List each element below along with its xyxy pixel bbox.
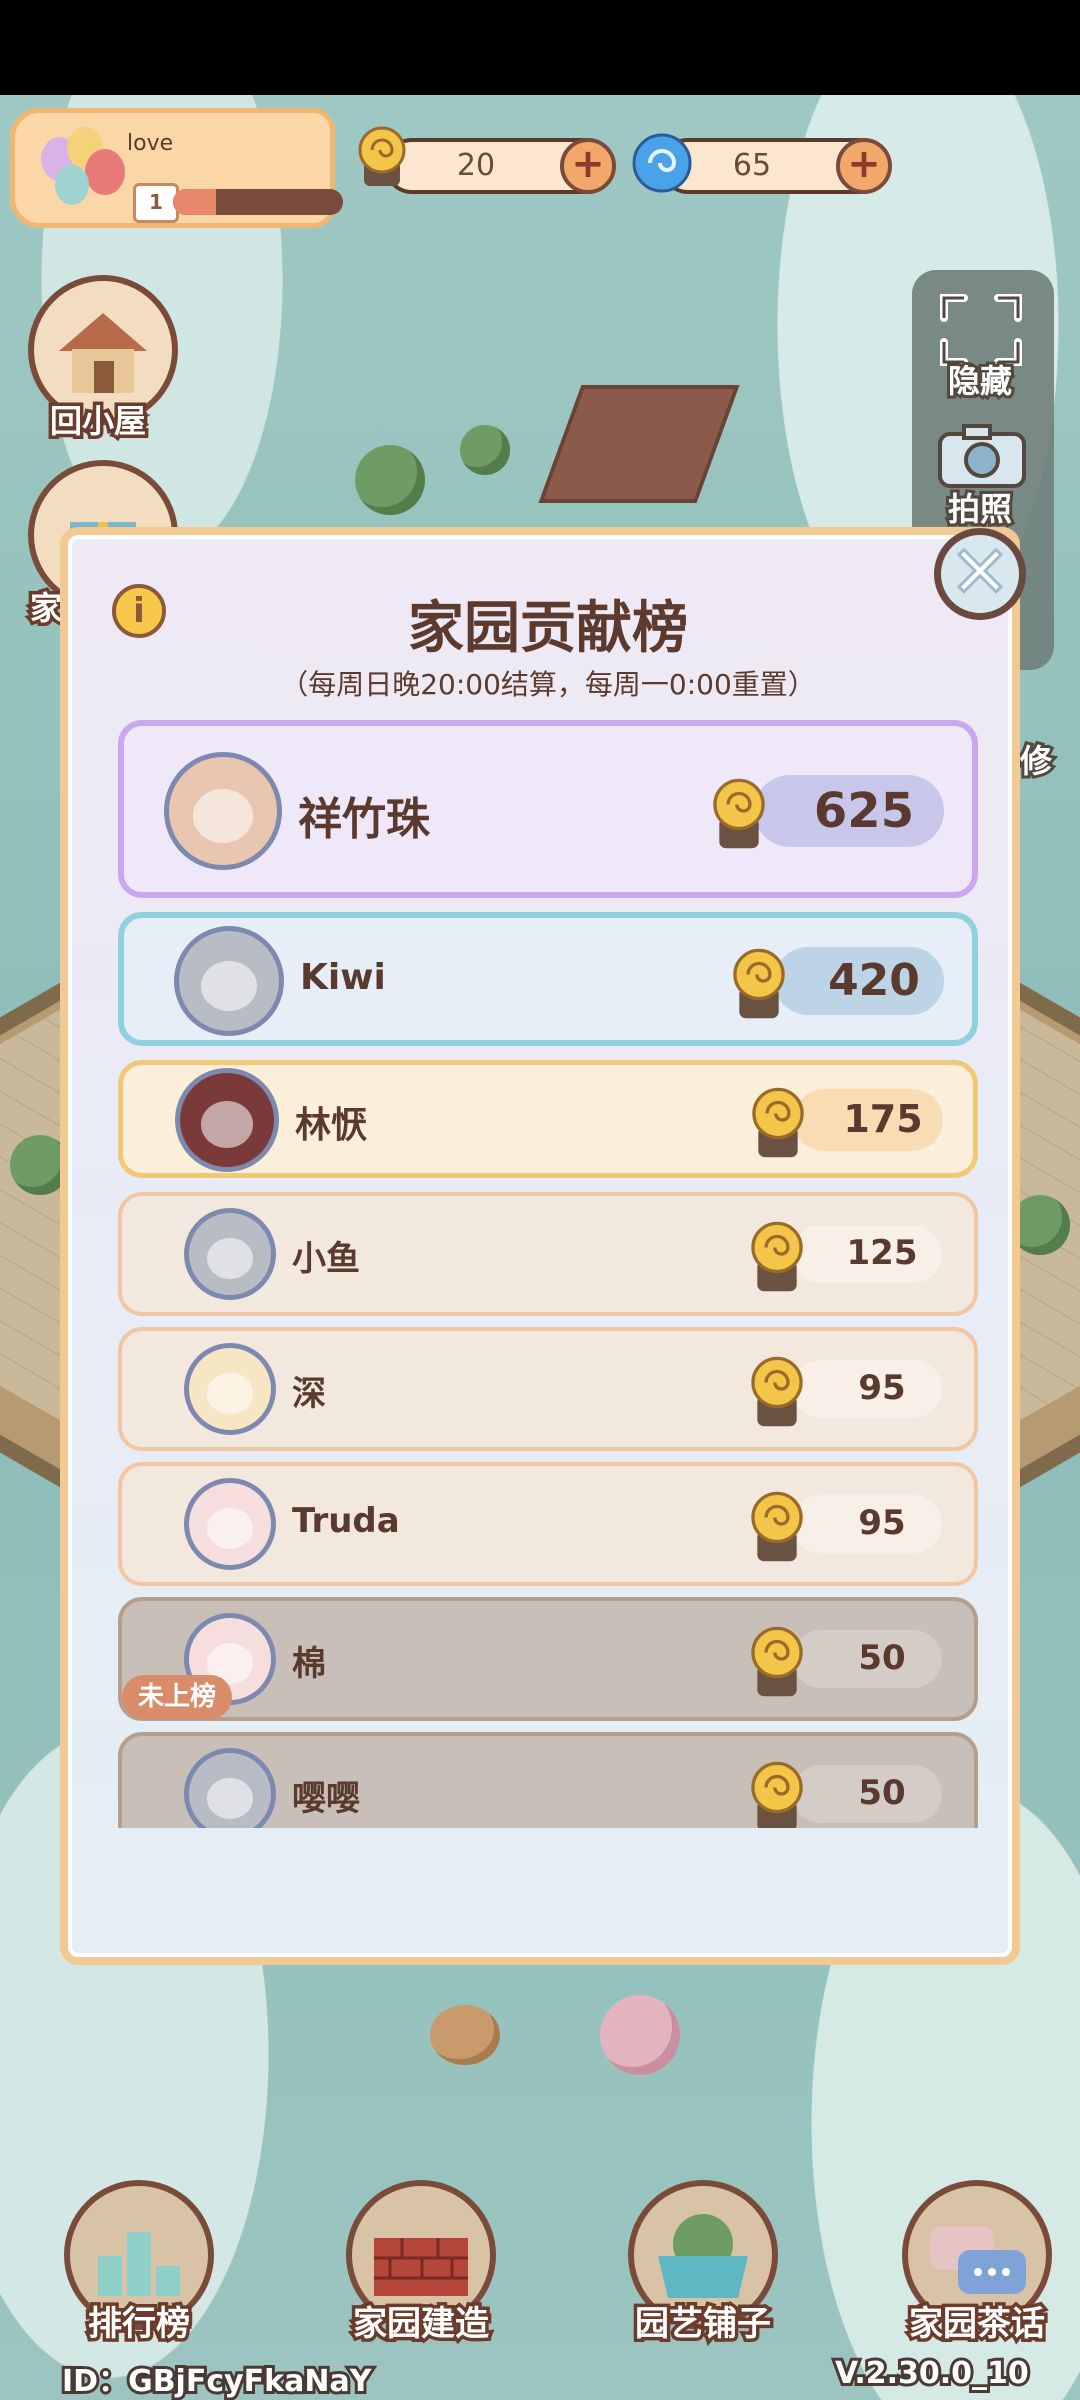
cat-avatar: [184, 1748, 276, 1828]
score-value: 175: [843, 1097, 923, 1141]
leaderboard-row[interactable]: 林恹 175: [118, 1060, 978, 1178]
dialog-title: 家园贡献榜: [408, 596, 688, 661]
avatar-face: [207, 1237, 253, 1279]
score-value: 95: [858, 1503, 906, 1543]
rabbit-avatar: [184, 1478, 276, 1570]
snail-coin-icon: [358, 126, 406, 186]
score-value: 50: [858, 1638, 906, 1678]
score-value: 625: [813, 783, 915, 839]
score-value: 50: [858, 1773, 906, 1813]
level-progress-fill: [173, 189, 216, 215]
camera-icon[interactable]: [934, 420, 1030, 492]
dialog-subtitle: （每周日晚20:00结算，每周一0:00重置）: [280, 668, 816, 701]
edit-label[interactable]: 修: [1017, 736, 1055, 783]
score-value: 420: [828, 955, 920, 1006]
snail-coin-icon: [751, 1491, 803, 1562]
leaderboard-row[interactable]: 小鱼 125: [118, 1192, 978, 1316]
player-name: Truda: [292, 1501, 400, 1541]
player-name: 嘤嘤: [292, 1779, 360, 1819]
wreath-avatar: [175, 1068, 279, 1172]
avatar-face: [207, 1372, 253, 1414]
house-roof: [538, 385, 740, 503]
tree: [355, 445, 425, 515]
avatar-face: [201, 961, 257, 1011]
return-house-label: 回小屋: [46, 399, 149, 444]
close-dialog-button[interactable]: ✕: [934, 528, 1026, 620]
nav-build-label[interactable]: 家园建造: [311, 2296, 531, 2348]
leaderboard-row[interactable]: Kiwi 420: [118, 912, 978, 1046]
player-id: ID：GBjFcyFkaNaY: [59, 2361, 374, 2400]
score-value: 125: [846, 1233, 918, 1273]
leaderboard-row[interactable]: 棉 50 未上榜: [118, 1597, 978, 1721]
player-name: 深: [292, 1374, 326, 1414]
nav-garden-shop-label[interactable]: 园艺铺子: [593, 2296, 813, 2348]
nav-tea-chat-label[interactable]: 家园茶话: [867, 2296, 1080, 2348]
player-name: Kiwi: [300, 957, 386, 998]
snail-coin-icon: [751, 1221, 803, 1292]
add-gem-currency-button[interactable]: +: [836, 138, 892, 194]
status-bar: [0, 0, 1080, 95]
snail-coin-icon: [733, 948, 785, 1019]
swirl-gem-icon: [632, 133, 692, 193]
blossom-tree: [600, 1995, 680, 2075]
tree: [460, 425, 510, 475]
cake-avatar: [184, 1343, 276, 1435]
gem-currency: 65 +: [660, 138, 892, 194]
leaderboard-row[interactable]: Truda 95: [118, 1462, 978, 1586]
unranked-tag: 未上榜: [122, 1675, 233, 1719]
market-stall: [430, 2005, 500, 2065]
snail-currency-value: 20: [456, 148, 496, 183]
player-name: 棉: [292, 1644, 326, 1684]
cat-avatar: [184, 1208, 276, 1300]
snail-coin-icon: [751, 1626, 803, 1697]
snail-coin-icon: [751, 1356, 803, 1427]
leaderboard-row[interactable]: 祥竹珠 625: [118, 720, 978, 898]
snail-coin-icon: [751, 1761, 803, 1828]
player-name: 小鱼: [292, 1239, 360, 1279]
cat-avatar: [174, 926, 284, 1036]
leaderboard-row[interactable]: 深 95: [118, 1327, 978, 1451]
version-label: V.2.30.0_10: [832, 2353, 1032, 2394]
bear-avatar: [164, 752, 282, 870]
score-value: 95: [858, 1368, 906, 1408]
player-name: love: [127, 131, 174, 156]
avatar-face: [207, 1777, 253, 1819]
photo-label[interactable]: 拍照: [945, 484, 1015, 531]
avatar-face: [207, 1507, 253, 1549]
hide-ui-label[interactable]: 隐藏: [945, 356, 1015, 403]
player-name: 林恹: [295, 1105, 368, 1146]
level-progress-bar: [173, 189, 343, 215]
snail-currency: 20 +: [384, 138, 616, 194]
add-snail-currency-button[interactable]: +: [560, 138, 616, 194]
balloons-avatar-icon: [33, 123, 133, 223]
avatar-face: [192, 789, 254, 844]
home-gift-label: 家: [26, 586, 65, 631]
avatar-face: [200, 1101, 254, 1149]
player-name: 祥竹珠: [298, 794, 430, 845]
player-profile[interactable]: love 1: [10, 108, 343, 228]
nav-leaderboard-label[interactable]: 排行榜: [29, 2296, 249, 2348]
snail-coin-icon: [752, 1087, 804, 1158]
ranking-list[interactable]: 祥竹珠 625 Kiwi 420 林恹 175 小鱼 125 深 95 Truda 95 棉 50 未上榜嘤…: [118, 720, 978, 1828]
snail-coin-icon: [713, 778, 765, 849]
contribution-ranking-dialog: i 家园贡献榜 （每周日晚20:00结算，每周一0:00重置） 祥竹珠 625 Ki…: [60, 527, 1020, 1965]
leaderboard-row[interactable]: 嘤嘤 50: [118, 1732, 978, 1828]
